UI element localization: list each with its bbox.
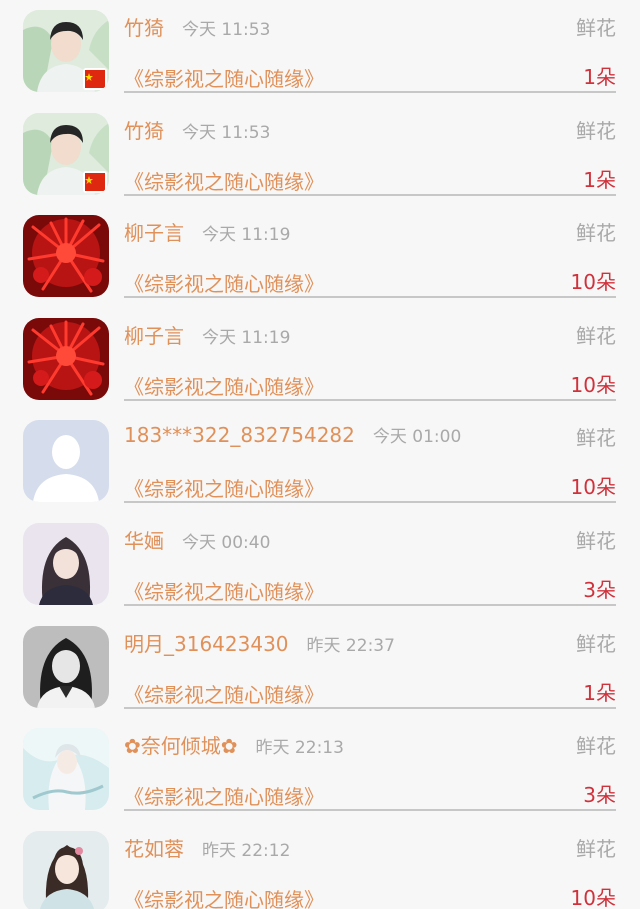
gift-record-row[interactable]: 明月_316423430 昨天 22:37 鲜花 《综影视之随心随缘》 1朵	[0, 616, 640, 719]
gift-count: 10朵	[570, 885, 616, 909]
gift-record-row[interactable]: 竹猗 今天 11:53 鲜花 《综影视之随心随缘》 1朵	[0, 103, 640, 206]
timestamp: 昨天 22:37	[306, 635, 395, 656]
gift-record-row[interactable]: 柳子言 今天 11:19 鲜花 《综影视之随心随缘》 10朵	[0, 308, 640, 411]
gift-record-row[interactable]: 华婳 今天 00:40 鲜花 《综影视之随心随缘》 3朵	[0, 513, 640, 616]
timestamp: 昨天 22:12	[202, 840, 291, 861]
avatar-girl-dark-icon	[23, 523, 109, 605]
avatar-ancient-white-icon	[23, 728, 109, 811]
user-name[interactable]: 花如蓉 昨天 22:12	[124, 833, 290, 862]
gift-type: 鲜花	[576, 221, 616, 246]
timestamp: 今天 00:40	[182, 533, 271, 553]
gift-record-list: 竹猗今天 11:53 鲜花 《综影视之随心随缘》 1朵 竹猗今天 11:53	[0, 0, 640, 909]
book-title[interactable]: 《综影视之随心随缘》	[124, 268, 324, 297]
gift-type: 鲜花	[576, 426, 616, 451]
gift-record-row[interactable]: ✿奈何倾城✿ 昨天 22:13 鲜花 《综影视之随心随缘》 3朵	[0, 718, 640, 821]
book-title[interactable]: 《综影视之随心随缘》	[124, 781, 324, 810]
avatar[interactable]	[23, 10, 109, 92]
user-name[interactable]: ✿奈何倾城✿ 昨天 22:13	[124, 730, 344, 759]
name-text: 竹猗	[124, 16, 164, 40]
avatar-red-flower-icon	[23, 317, 109, 400]
name-text: 183***322_832754282	[124, 423, 355, 448]
timestamp: 今天 11:19	[202, 225, 291, 246]
avatar-man-flag-icon	[23, 10, 109, 92]
avatar[interactable]	[23, 625, 109, 708]
name-suffix: ✿	[220, 734, 238, 759]
gift-record-row[interactable]: 花如蓉 昨天 22:12 鲜花 《综影视之随心随缘》 10朵	[0, 821, 640, 909]
avatar-girl-mono-icon	[23, 625, 109, 708]
name-text: 花如蓉	[124, 836, 184, 861]
divider	[124, 398, 616, 401]
gift-type: 鲜花	[576, 529, 616, 553]
user-name[interactable]: 柳子言 今天 11:19	[124, 320, 290, 349]
gift-type: 鲜花	[576, 631, 616, 656]
user-name[interactable]: 明月_316423430 昨天 22:37	[124, 628, 395, 657]
avatar[interactable]	[23, 523, 109, 605]
avatar[interactable]	[23, 112, 109, 195]
timestamp: 今天 11:53	[182, 122, 271, 143]
name-prefix: ✿	[124, 734, 141, 759]
gift-count: 3朵	[583, 783, 616, 808]
user-name[interactable]: 竹猗 今天 11:53	[124, 12, 270, 41]
timestamp: 昨天 22:13	[255, 738, 344, 759]
user-name[interactable]: 竹猗 今天 11:53	[124, 115, 270, 144]
gift-type: 鲜花	[576, 734, 616, 759]
book-title[interactable]: 《综影视之随心随缘》	[124, 63, 324, 92]
gift-count: 3朵	[583, 578, 616, 602]
timestamp: 今天 01:00	[372, 427, 462, 448]
avatar[interactable]	[23, 830, 109, 909]
gift-count: 10朵	[570, 372, 616, 397]
gift-count: 10朵	[570, 270, 616, 295]
gift-count: 1朵	[583, 680, 616, 705]
avatar[interactable]	[23, 215, 109, 298]
user-name[interactable]: 183***322_832754282 今天 01:00	[124, 422, 461, 447]
user-name[interactable]: 柳子言 今天 11:19	[124, 217, 290, 246]
book-title[interactable]: 《综影视之随心随缘》	[124, 884, 324, 909]
avatar-red-flower-icon	[23, 215, 109, 298]
divider	[124, 193, 616, 196]
divider	[124, 706, 616, 709]
name-text: 柳子言	[124, 221, 184, 246]
gift-count: 10朵	[570, 475, 616, 500]
gift-type: 鲜花	[576, 323, 616, 348]
timestamp: 今天 11:53	[182, 20, 271, 40]
divider	[124, 501, 616, 504]
gift-record-row[interactable]: 竹猗 今天 11:53 鲜花 《综影视之随心随缘》 1朵	[0, 0, 640, 103]
gift-count: 1朵	[583, 65, 616, 89]
book-title[interactable]: 《综影视之随心随缘》	[124, 371, 324, 400]
book-title[interactable]: 《综影视之随心随缘》	[124, 576, 324, 605]
avatar[interactable]	[23, 728, 109, 811]
name-text: 竹猗	[124, 118, 164, 143]
gift-type: 鲜花	[576, 836, 616, 861]
name-text: 明月_316423430	[124, 631, 289, 656]
gift-record-row[interactable]: 柳子言 今天 11:19 鲜花 《综影视之随心随缘》 10朵	[0, 205, 640, 308]
gift-type: 鲜花	[576, 16, 616, 40]
gift-record-row[interactable]: 183***322_832754282 今天 01:00 鲜花 《综影视之随心随缘…	[0, 410, 640, 513]
book-title[interactable]: 《综影视之随心随缘》	[124, 473, 324, 502]
divider	[124, 809, 616, 812]
gift-count: 1朵	[583, 167, 616, 192]
avatar[interactable]	[23, 420, 109, 503]
book-title[interactable]: 《综影视之随心随缘》	[124, 679, 324, 708]
name-text: 柳子言	[124, 323, 184, 348]
avatar-man-flag-icon	[23, 112, 109, 195]
avatar-ancient-girl-icon	[23, 830, 109, 909]
timestamp: 今天 11:19	[202, 327, 291, 348]
name-text: 奈何倾城	[140, 734, 221, 759]
user-name[interactable]: 华婳 今天 00:40	[124, 525, 270, 554]
gift-type: 鲜花	[576, 118, 616, 143]
name-text: 华婳	[124, 529, 164, 553]
divider	[124, 296, 616, 299]
avatar-default-icon	[23, 420, 109, 503]
divider	[124, 91, 616, 93]
divider	[124, 604, 616, 606]
book-title[interactable]: 《综影视之随心随缘》	[124, 166, 324, 195]
avatar[interactable]	[23, 317, 109, 400]
